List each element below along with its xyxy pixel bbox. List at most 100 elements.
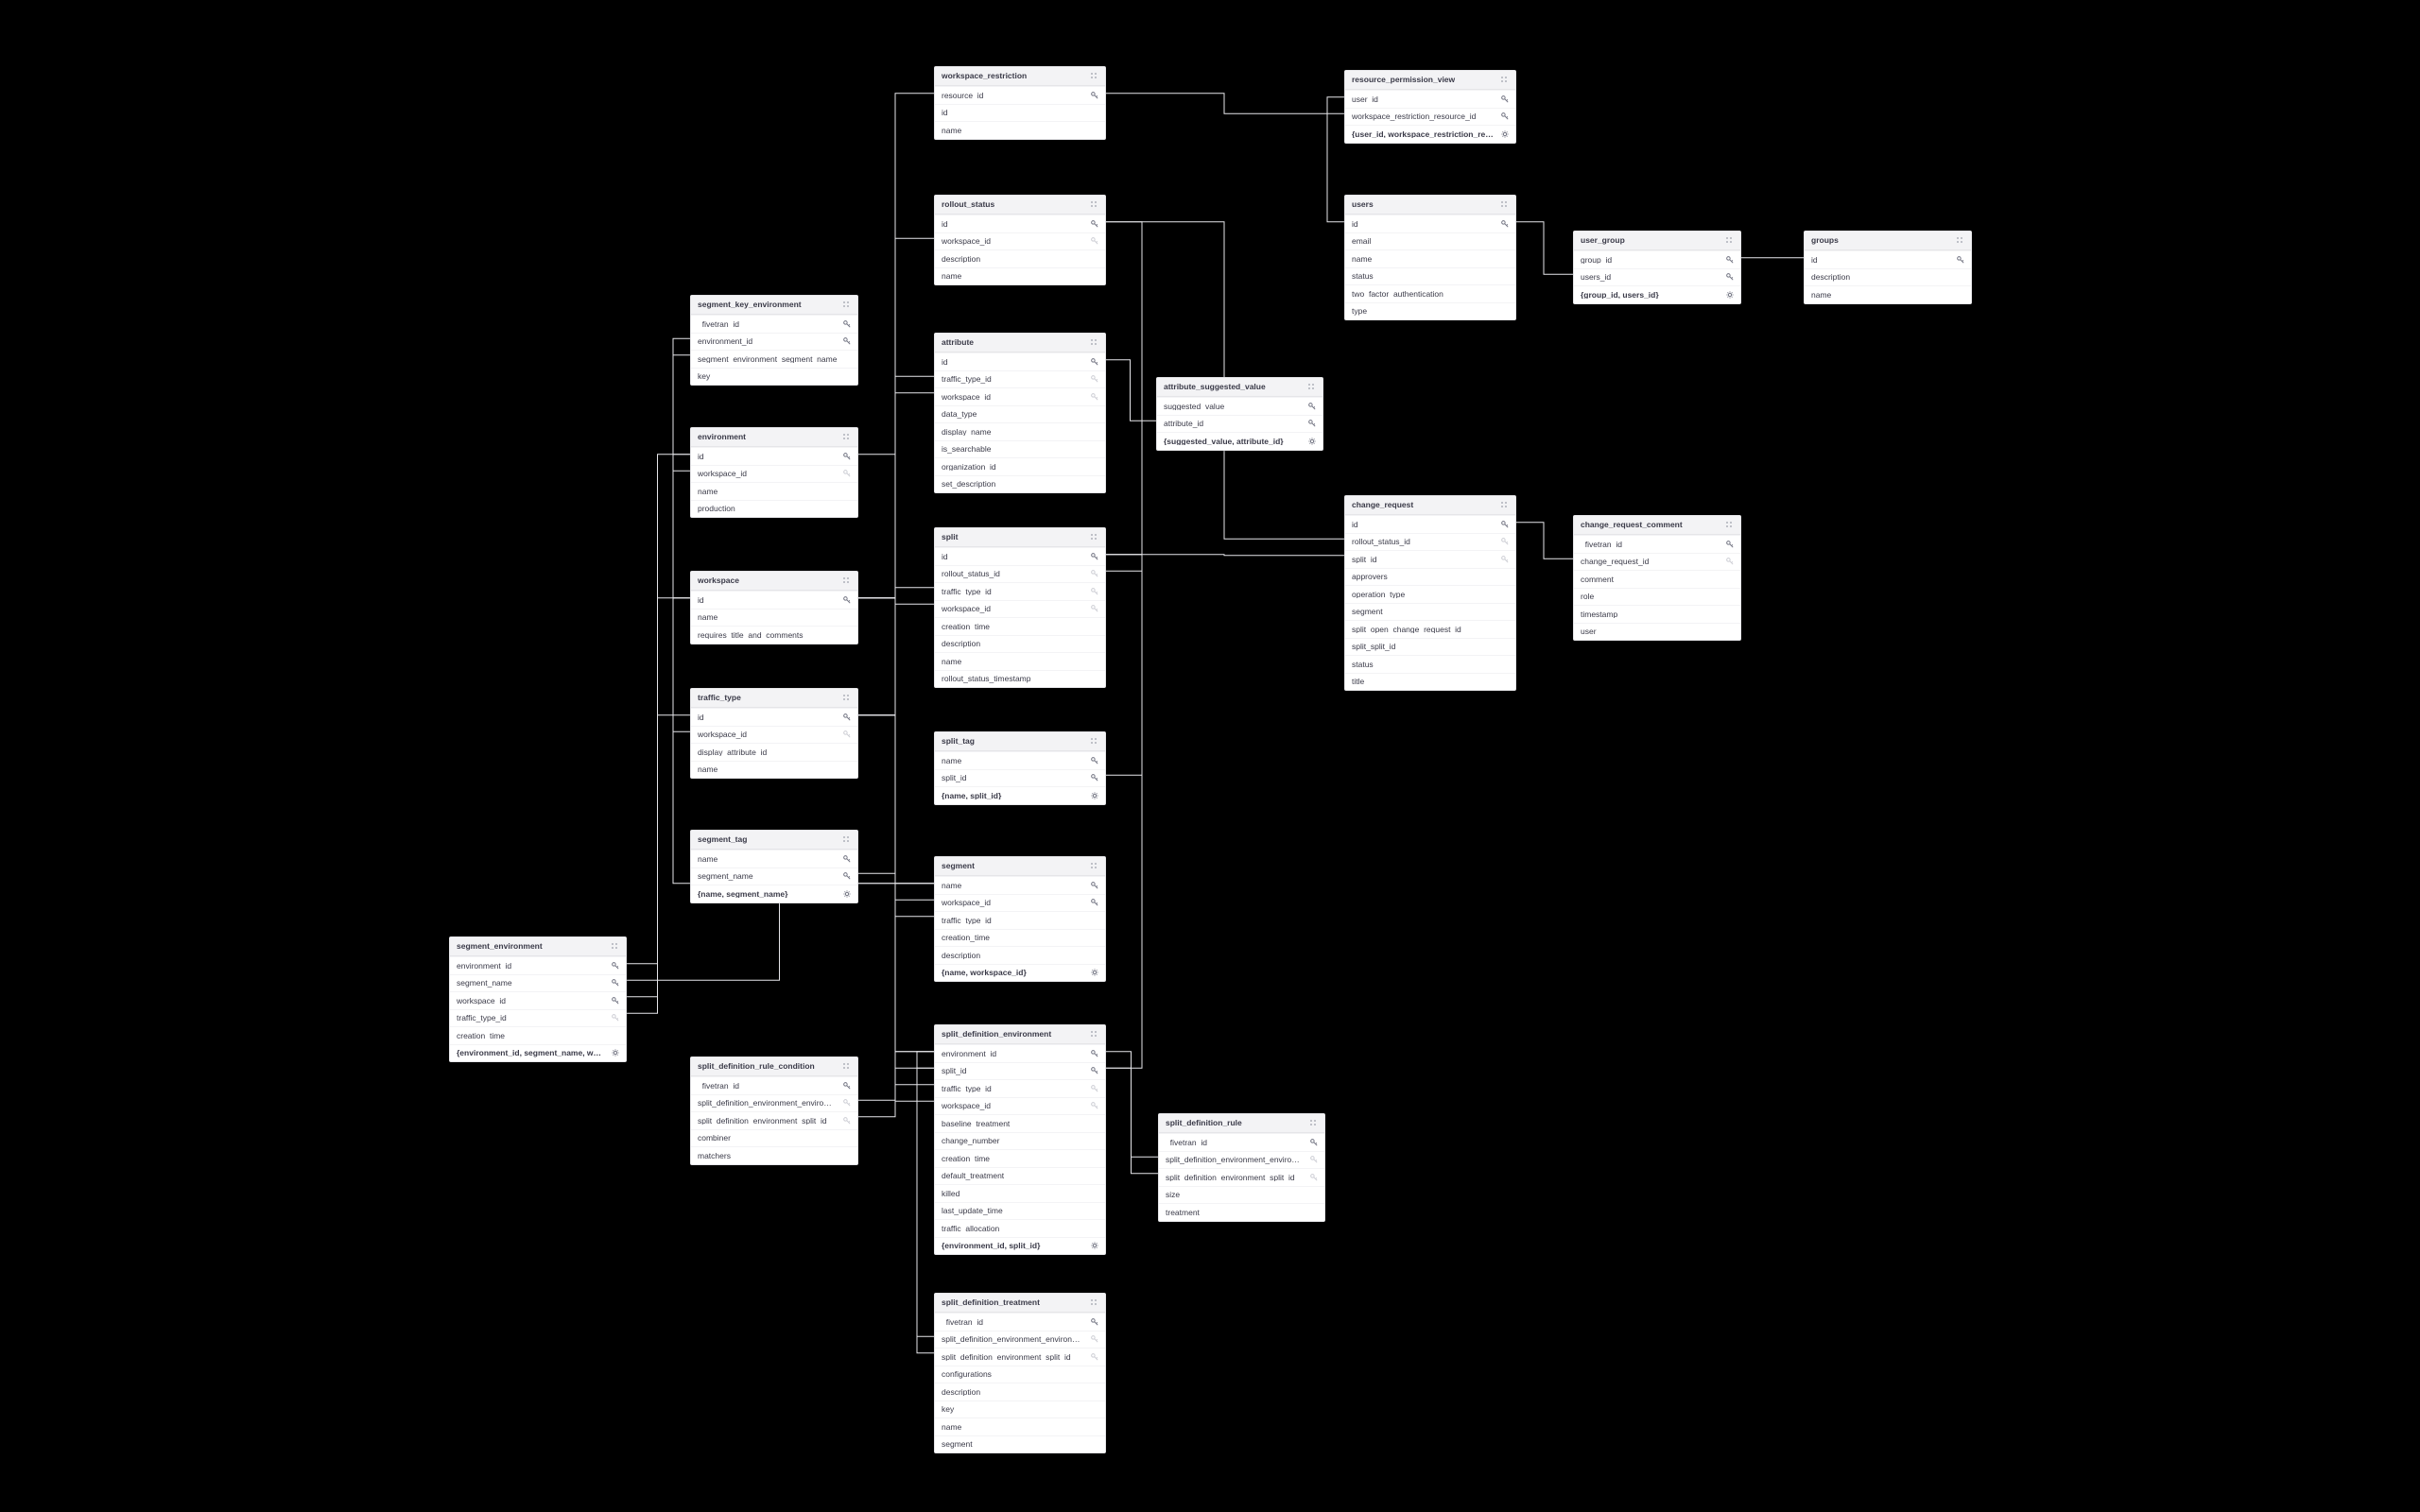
column-row[interactable]: split_definition_environment_environment… xyxy=(1159,1151,1324,1169)
column-row[interactable]: traffic_type_id xyxy=(935,911,1105,929)
column-row[interactable]: split_definition_environment_split_id xyxy=(1159,1168,1324,1186)
table-users[interactable]: usersidemailnamestatustwo_factor_authent… xyxy=(1344,195,1516,320)
column-row[interactable]: timestamp xyxy=(1574,605,1740,623)
column-row[interactable]: id xyxy=(1345,215,1515,232)
constraint-row[interactable]: {name, workspace_id} xyxy=(935,964,1105,982)
column-row[interactable]: default_treatment xyxy=(935,1167,1105,1185)
column-row[interactable]: name xyxy=(935,121,1105,139)
column-row[interactable]: configurations xyxy=(935,1366,1105,1383)
table-header[interactable]: split_tag xyxy=(935,732,1105,751)
table-header[interactable]: split_definition_treatment xyxy=(935,1294,1105,1313)
column-row[interactable]: killed xyxy=(935,1184,1105,1202)
column-row[interactable]: workspace_id xyxy=(450,991,626,1009)
table-header[interactable]: split_definition_environment xyxy=(935,1025,1105,1044)
column-row[interactable]: creation_time xyxy=(935,617,1105,635)
column-row[interactable]: resource_id xyxy=(935,86,1105,104)
column-row[interactable]: workspace_id xyxy=(935,894,1105,912)
table-resource_permission_view[interactable]: resource_permission_viewuser_idworkspace… xyxy=(1344,70,1516,144)
column-row[interactable]: description xyxy=(935,946,1105,964)
table-attribute_suggested_value[interactable]: attribute_suggested_valuesuggested_value… xyxy=(1156,377,1323,451)
column-row[interactable]: requires_title_and_comments xyxy=(691,626,857,644)
column-row[interactable]: split_id xyxy=(935,769,1105,787)
column-row[interactable]: id xyxy=(935,352,1105,370)
table-header[interactable]: users xyxy=(1345,196,1515,215)
column-row[interactable]: production xyxy=(691,500,857,518)
column-row[interactable]: split_split_id xyxy=(1345,638,1515,656)
constraint-row[interactable]: {environment_id, segment_name, work… xyxy=(450,1044,626,1062)
column-row[interactable]: user_id xyxy=(1345,90,1515,108)
column-row[interactable]: traffic_type_id xyxy=(450,1009,626,1027)
column-row[interactable]: split_definition_environment_split_id xyxy=(691,1111,857,1129)
column-row[interactable]: users_id xyxy=(1574,268,1740,286)
column-row[interactable]: name xyxy=(935,876,1105,894)
table-workspace_restriction[interactable]: workspace_restrictionresource_ididname xyxy=(934,66,1106,140)
column-row[interactable]: traffic_allocation xyxy=(935,1219,1105,1237)
column-row[interactable]: organization_id xyxy=(935,457,1105,475)
table-header[interactable]: split_definition_rule_condition xyxy=(691,1057,857,1076)
column-row[interactable]: treatment xyxy=(1159,1203,1324,1221)
column-row[interactable]: change_number xyxy=(935,1132,1105,1150)
column-row[interactable]: workspace_id xyxy=(935,1097,1105,1115)
column-row[interactable]: split_open_change_request_id xyxy=(1345,620,1515,638)
column-row[interactable]: description xyxy=(935,249,1105,267)
column-row[interactable]: status xyxy=(1345,267,1515,285)
column-row[interactable]: workspace_id xyxy=(691,726,857,744)
column-row[interactable]: email xyxy=(1345,232,1515,250)
column-row[interactable]: title xyxy=(1345,673,1515,691)
table-segment_key_environment[interactable]: segment_key_environment_fivetran_idenvir… xyxy=(690,295,858,386)
constraint-row[interactable]: {name, split_id} xyxy=(935,786,1105,804)
table-header[interactable]: rollout_status xyxy=(935,196,1105,215)
column-row[interactable]: segment_environment_segment_name xyxy=(691,350,857,368)
column-row[interactable]: matchers xyxy=(691,1146,857,1164)
table-rollout_status[interactable]: rollout_statusidworkspace_iddescriptionn… xyxy=(934,195,1106,285)
table-header[interactable]: user_group xyxy=(1574,232,1740,250)
column-row[interactable]: role xyxy=(1574,588,1740,606)
column-row[interactable]: id xyxy=(935,215,1105,232)
column-row[interactable]: workspace_restriction_resource_id xyxy=(1345,108,1515,126)
table-header[interactable]: split xyxy=(935,528,1105,547)
column-row[interactable]: _fivetran_id xyxy=(935,1313,1105,1331)
column-row[interactable]: split_id xyxy=(935,1062,1105,1080)
column-row[interactable]: split_definition_environment_environment… xyxy=(935,1331,1105,1349)
table-split_definition_environment[interactable]: split_definition_environmentenvironment_… xyxy=(934,1024,1106,1255)
table-header[interactable]: change_request xyxy=(1345,496,1515,515)
column-row[interactable]: attribute_id xyxy=(1157,415,1322,433)
table-segment_tag[interactable]: segment_tagnamesegment_name{name, segmen… xyxy=(690,830,858,903)
column-row[interactable]: id xyxy=(691,708,857,726)
column-row[interactable]: name xyxy=(935,652,1105,670)
column-row[interactable]: _fivetran_id xyxy=(1574,535,1740,553)
column-row[interactable]: traffic_type_id xyxy=(935,370,1105,388)
table-split_definition_treatment[interactable]: split_definition_treatment_fivetran_idsp… xyxy=(934,1293,1106,1453)
column-row[interactable]: two_factor_authentication xyxy=(1345,284,1515,302)
constraint-row[interactable]: {user_id, workspace_restriction_resou… xyxy=(1345,125,1515,143)
constraint-row[interactable]: {name, segment_name} xyxy=(691,885,857,902)
table-segment[interactable]: segmentnameworkspace_idtraffic_type_idcr… xyxy=(934,856,1106,982)
column-row[interactable]: traffic_type_id xyxy=(935,582,1105,600)
column-row[interactable]: is_searchable xyxy=(935,440,1105,458)
table-workspace[interactable]: workspaceidnamerequires_title_and_commen… xyxy=(690,571,858,644)
column-row[interactable]: id xyxy=(691,591,857,609)
column-row[interactable]: _fivetran_id xyxy=(691,1076,857,1094)
column-row[interactable]: name xyxy=(935,751,1105,769)
table-header[interactable]: split_definition_rule xyxy=(1159,1114,1324,1133)
constraint-row[interactable]: {group_id, users_id} xyxy=(1574,285,1740,303)
column-row[interactable]: id xyxy=(935,547,1105,565)
column-row[interactable]: segment_name xyxy=(450,974,626,992)
column-row[interactable]: segment xyxy=(935,1435,1105,1453)
column-row[interactable]: comment xyxy=(1574,570,1740,588)
column-row[interactable]: name xyxy=(691,761,857,779)
table-environment[interactable]: environmentidworkspace_idnameproduction xyxy=(690,427,858,518)
column-row[interactable]: workspace_id xyxy=(935,387,1105,405)
table-header[interactable]: segment xyxy=(935,857,1105,876)
column-row[interactable]: last_update_time xyxy=(935,1202,1105,1220)
table-user_group[interactable]: user_groupgroup_idusers_id{group_id, use… xyxy=(1573,231,1741,304)
column-row[interactable]: rollout_status_timestamp xyxy=(935,670,1105,688)
column-row[interactable]: user xyxy=(1574,623,1740,641)
column-row[interactable]: rollout_status_id xyxy=(935,565,1105,583)
column-row[interactable]: environment_id xyxy=(935,1044,1105,1062)
column-row[interactable]: baseline_treatment xyxy=(935,1114,1105,1132)
table-header[interactable]: attribute_suggested_value xyxy=(1157,378,1322,397)
column-row[interactable]: key xyxy=(691,368,857,386)
column-row[interactable]: status xyxy=(1345,655,1515,673)
column-row[interactable]: id xyxy=(691,447,857,465)
